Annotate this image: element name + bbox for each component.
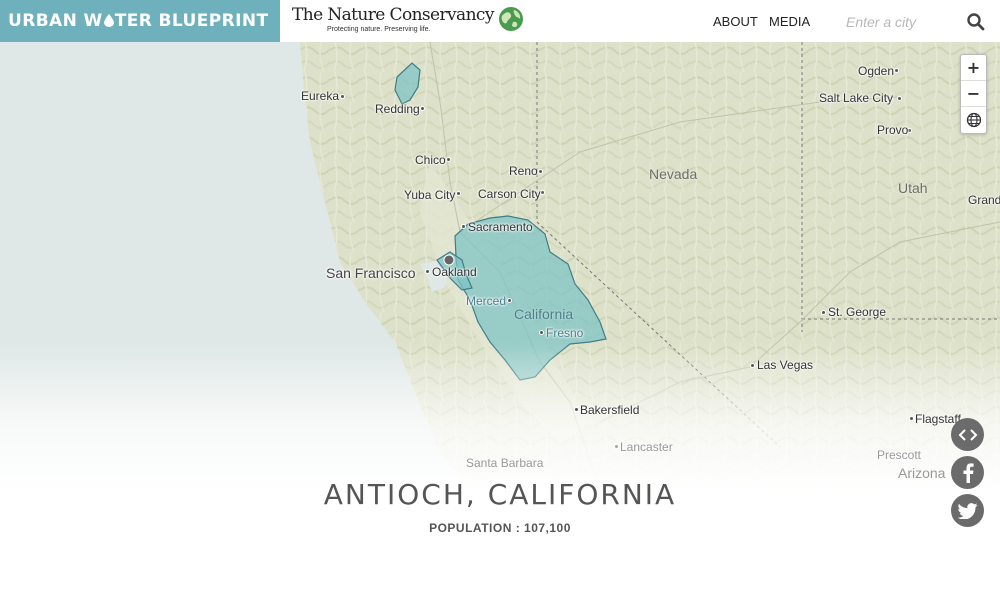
city-dot [456, 191, 461, 196]
map[interactable]: Ogden Salt Lake City Provo Eureka Reddin… [0, 42, 1000, 490]
map-base [0, 42, 1000, 490]
city-dot [539, 330, 544, 335]
tnc-name: The Nature Conservancy [292, 5, 494, 25]
twitter-icon [957, 502, 977, 519]
zoom-controls: + − [960, 54, 987, 134]
embed-button[interactable] [951, 418, 984, 451]
label-yuba-city: Yuba City [404, 188, 456, 202]
city-dot [821, 310, 826, 315]
tnc-logo[interactable]: The Nature Conservancy Protecting nature… [292, 5, 524, 39]
label-california: California [514, 306, 574, 322]
tnc-globe-icon [498, 7, 523, 31]
label-lancaster: Lancaster [620, 440, 673, 454]
label-nevada: Nevada [649, 166, 698, 182]
minus-icon: − [966, 84, 981, 103]
label-grand: Grand [968, 193, 1000, 207]
brand-title: URBAN W TER BLUEPRINT [8, 11, 268, 31]
label-carson-city: Carson City [478, 187, 541, 201]
label-oakland: Oakland [432, 265, 477, 279]
city-dot [574, 407, 579, 412]
plus-icon: + [966, 58, 981, 77]
header: URBAN W TER BLUEPRINT The Nature Conserva… [0, 0, 1000, 42]
label-redding: Redding [375, 102, 420, 116]
city-dot [750, 363, 755, 368]
city-dot [909, 416, 914, 421]
water-drop-icon [103, 14, 114, 27]
label-santa-barbara: Santa Barbara [466, 456, 544, 470]
city-dot [538, 169, 543, 174]
brand-title-part2: TER BLUEPRINT [114, 11, 269, 31]
tnc-tagline: Protecting nature. Preserving life. [327, 26, 431, 33]
city-dot [461, 224, 466, 229]
city-dot [425, 269, 430, 274]
label-las-vegas: Las Vegas [757, 358, 814, 372]
city-dot [340, 94, 345, 99]
globe-button[interactable] [961, 107, 986, 133]
city-dot [446, 157, 451, 162]
city-dot [614, 444, 619, 449]
twitter-share-button[interactable] [951, 494, 984, 527]
label-sacramento: Sacramento [468, 220, 533, 234]
label-ogden: Ogden [858, 64, 895, 78]
nav-about[interactable]: ABOUT [713, 0, 758, 42]
zoom-out-button[interactable]: − [961, 81, 986, 107]
label-chico: Chico [415, 153, 446, 167]
label-eureka: Eureka [301, 89, 340, 103]
city-title: ANTIOCH, CALIFORNIA [323, 478, 677, 511]
embed-icon [958, 428, 977, 441]
site-brand[interactable]: URBAN W TER BLUEPRINT [0, 0, 280, 42]
label-san-francisco: San Francisco [326, 265, 416, 281]
label-prescott: Prescott [877, 448, 922, 462]
label-salt-lake-city: Salt Lake City [819, 91, 894, 105]
label-utah: Utah [898, 180, 928, 196]
label-provo: Provo [877, 123, 909, 137]
globe-icon [966, 112, 981, 128]
city-dot [894, 68, 899, 73]
city-population: POPULATION : 107,100 [429, 521, 571, 535]
city-dot [897, 96, 902, 101]
label-merced: Merced [466, 294, 507, 308]
page: URBAN W TER BLUEPRINT The Nature Conserva… [0, 0, 1000, 600]
label-bakersfield: Bakersfield [580, 403, 640, 417]
selected-city-marker [443, 254, 455, 266]
nav-media[interactable]: MEDIA [769, 0, 810, 42]
label-fresno: Fresno [546, 326, 584, 340]
search-icon[interactable] [966, 12, 986, 32]
label-reno: Reno [509, 164, 538, 178]
city-dot [507, 298, 512, 303]
zoom-in-button[interactable]: + [961, 55, 986, 81]
facebook-share-button[interactable] [951, 456, 984, 489]
label-st-george: St. George [828, 305, 887, 319]
facebook-icon [963, 462, 974, 483]
brand-title-part1: URBAN W [8, 11, 103, 31]
city-dot [420, 106, 425, 111]
city-search-input[interactable] [840, 10, 955, 34]
